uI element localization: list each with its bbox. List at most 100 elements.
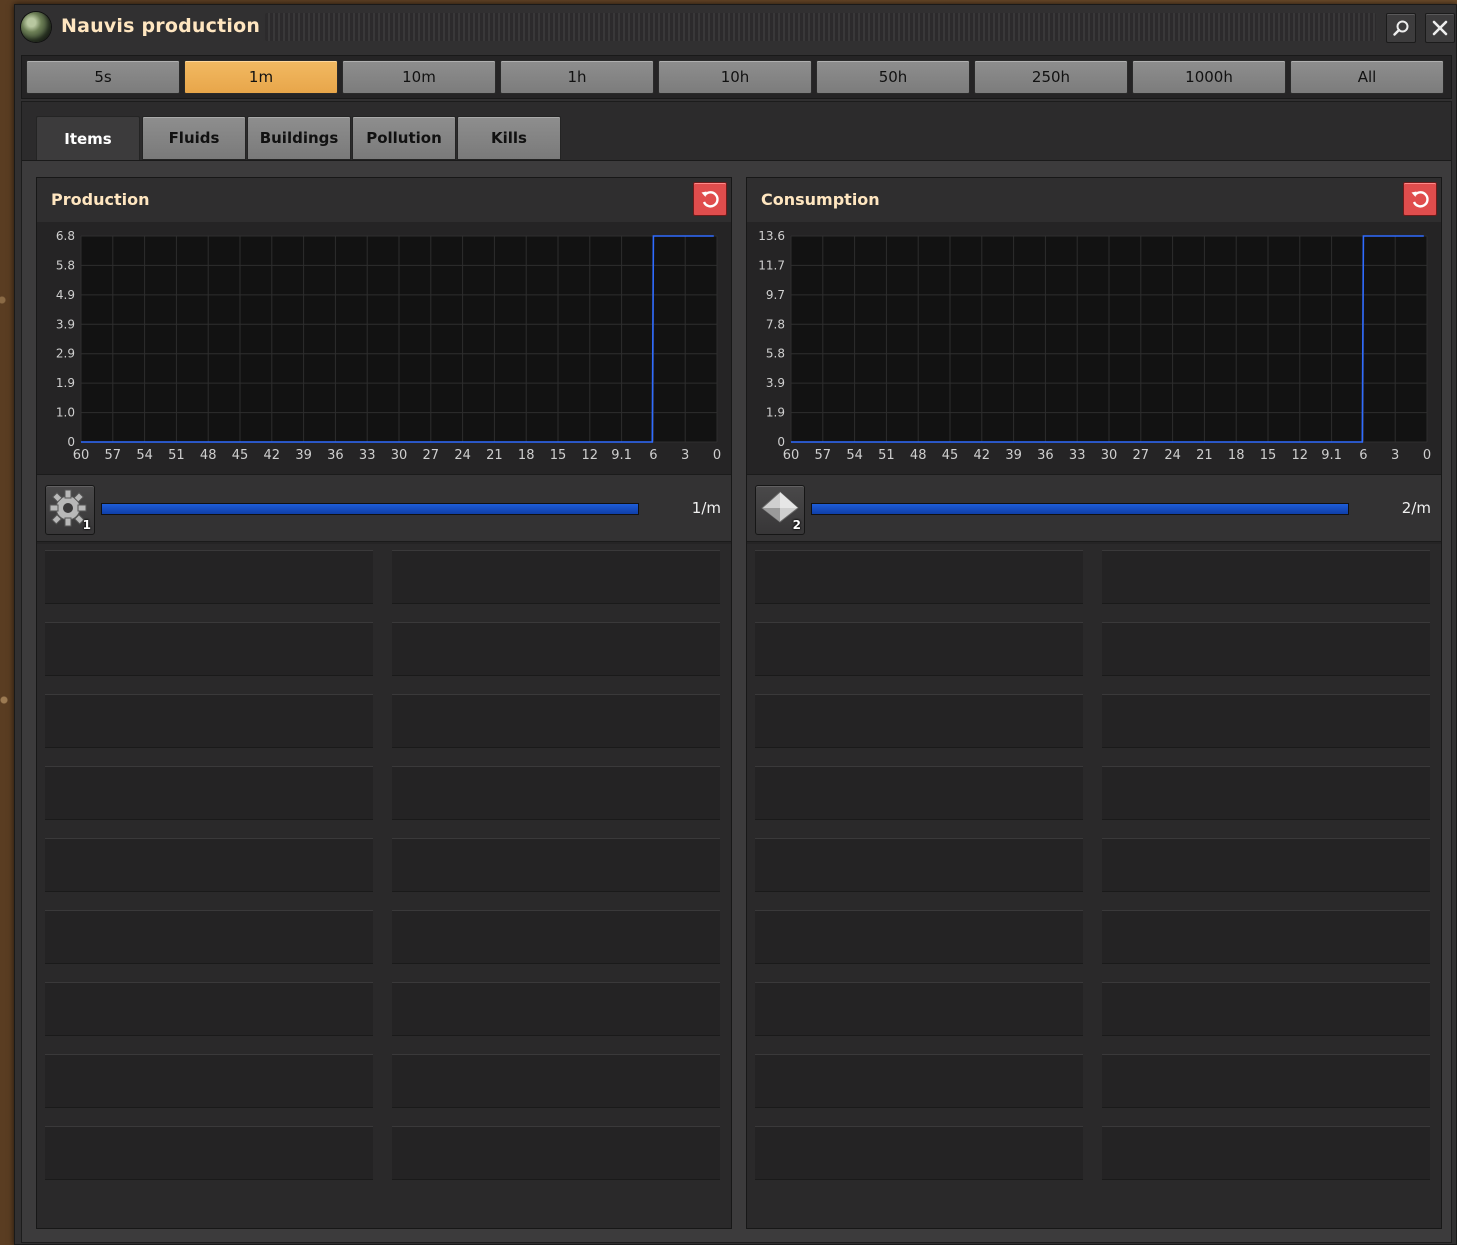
x-tick-label: 24	[454, 448, 471, 463]
x-tick-label: 42	[264, 448, 281, 463]
globe-icon	[21, 12, 51, 42]
x-tick-label: 21	[1196, 448, 1213, 463]
time-button-50h[interactable]: 50h	[816, 60, 970, 94]
production-item-slot[interactable]: 1	[45, 485, 95, 535]
time-button-1h[interactable]: 1h	[500, 60, 654, 94]
production-title: Production	[51, 190, 150, 209]
x-tick-label: 6	[1359, 448, 1367, 463]
production-rate: 1/m	[691, 499, 721, 517]
x-tick-label: 45	[942, 448, 959, 463]
title-bar[interactable]: Nauvis production	[15, 5, 1456, 49]
list-slot	[1102, 622, 1430, 676]
consumption-panel: Consumption 0 1.9 3.9 5.8 7.8 9.7 11.7 13.6 60 57…	[746, 177, 1442, 1229]
time-button-1m[interactable]: 1m	[184, 60, 338, 94]
x-tick-label: 6	[649, 448, 657, 463]
x-tick-label: 54	[846, 448, 863, 463]
y-tick-label: 1.0	[56, 406, 75, 420]
y-tick-label: 6.8	[56, 229, 75, 243]
list-slot	[392, 766, 720, 820]
x-tick-label: 33	[1069, 448, 1086, 463]
list-slot	[392, 838, 720, 892]
consumption-chart: 01.93.95.87.89.711.713.660 57 54 51 48 45 42 39…	[758, 229, 1431, 463]
list-slot	[1102, 694, 1430, 748]
production-bar	[101, 503, 639, 515]
x-tick-label: 15	[1260, 448, 1277, 463]
list-slot	[755, 910, 1083, 964]
x-tick-label: 18	[1228, 448, 1245, 463]
x-tick-label: 0	[713, 448, 721, 463]
list-slot	[45, 838, 373, 892]
tab-fluids[interactable]: Fluids	[142, 116, 246, 160]
list-slot	[1102, 1054, 1430, 1108]
list-slot	[1102, 1126, 1430, 1180]
y-tick-label: 7.8	[766, 317, 785, 331]
list-slot	[392, 550, 720, 604]
production-list	[37, 544, 731, 1228]
y-tick-label: 0	[777, 435, 785, 449]
x-tick-label: 21	[486, 448, 503, 463]
list-slot	[45, 622, 373, 676]
tab-buildings[interactable]: Buildings	[247, 116, 351, 160]
consumption-list-col-left	[755, 550, 1083, 1198]
list-slot	[392, 622, 720, 676]
tab-pollution[interactable]: Pollution	[352, 116, 456, 160]
window-title: Nauvis production	[61, 15, 261, 37]
consumption-title: Consumption	[761, 190, 880, 209]
x-tick-label: 30	[1101, 448, 1118, 463]
time-button-250h[interactable]: 250h	[974, 60, 1128, 94]
list-slot	[755, 694, 1083, 748]
x-tick-label: 51	[878, 448, 895, 463]
x-tick-label: 24	[1164, 448, 1181, 463]
search-icon	[1393, 20, 1409, 36]
x-tick-label: 57	[105, 448, 122, 463]
x-tick-label: 18	[518, 448, 535, 463]
list-slot	[45, 766, 373, 820]
x-tick-label: 12	[582, 448, 599, 463]
list-slot	[392, 1126, 720, 1180]
consumption-item-count: 2	[792, 518, 801, 532]
search-button[interactable]	[1386, 13, 1416, 43]
time-button-1000h[interactable]: 1000h	[1132, 60, 1286, 94]
y-tick-label: 3.9	[766, 376, 785, 390]
x-tick-label: 12	[1292, 448, 1309, 463]
y-tick-label: 1.9	[766, 406, 785, 420]
x-tick-label: 27	[1133, 448, 1150, 463]
y-tick-label: 9.7	[766, 288, 785, 302]
list-slot	[755, 1126, 1083, 1180]
list-slot	[1102, 766, 1430, 820]
time-button-10m[interactable]: 10m	[342, 60, 496, 94]
consumption-reset-button[interactable]	[1403, 182, 1437, 216]
production-reset-button[interactable]	[693, 182, 727, 216]
x-tick-label: 3	[1391, 448, 1399, 463]
list-slot	[755, 622, 1083, 676]
time-button-all[interactable]: All	[1290, 60, 1444, 94]
tab-items[interactable]: Items	[36, 116, 140, 161]
list-slot	[755, 838, 1083, 892]
drag-handle[interactable]	[265, 13, 1376, 41]
consumption-item-slot[interactable]: 2	[755, 485, 805, 535]
production-panel: Production 0 1.0 1.9 2.9 3.9 4.9 5.8 6.8 60 57 54 5…	[36, 177, 732, 1229]
reset-icon	[701, 191, 719, 208]
x-tick-label: 60	[73, 448, 90, 463]
production-list-col-left	[45, 550, 373, 1198]
x-tick-label: 0	[1423, 448, 1431, 463]
consumption-bar-fill	[812, 504, 1348, 514]
list-slot	[755, 982, 1083, 1036]
x-tick-label: 60	[783, 448, 800, 463]
close-button[interactable]	[1425, 13, 1455, 43]
x-tick-label: 9.1	[611, 448, 632, 463]
list-slot	[1102, 982, 1430, 1036]
list-slot	[1102, 838, 1430, 892]
x-tick-label: 15	[550, 448, 567, 463]
x-tick-label: 9.1	[1321, 448, 1342, 463]
tab-kills[interactable]: Kills	[457, 116, 561, 160]
y-tick-label: 3.9	[56, 317, 75, 331]
production-bar-fill	[102, 504, 638, 514]
consumption-header: Consumption	[747, 178, 1441, 222]
time-button-10h[interactable]: 10h	[658, 60, 812, 94]
consumption-item-row: 2 2/m	[747, 474, 1441, 542]
time-button-5s[interactable]: 5s	[26, 60, 180, 94]
production-item-count: 1	[82, 518, 91, 532]
x-tick-label: 54	[136, 448, 153, 463]
x-tick-label: 57	[815, 448, 832, 463]
